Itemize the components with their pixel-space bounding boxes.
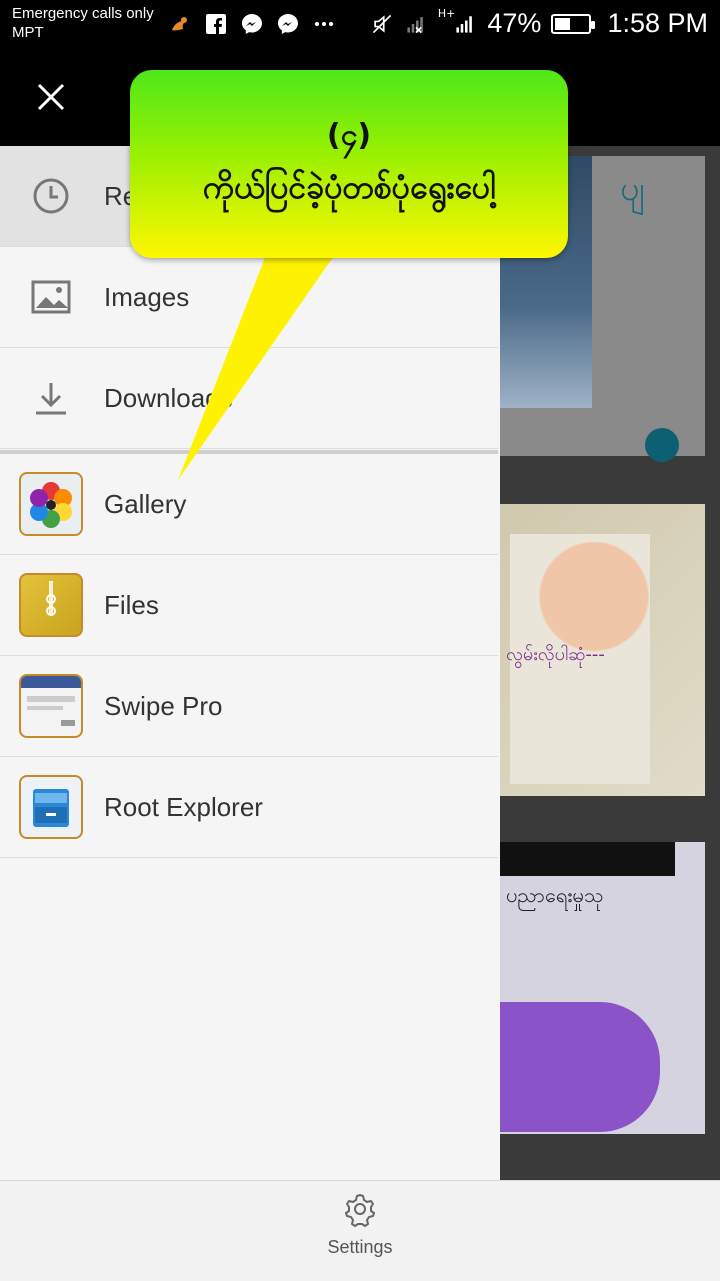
battery-fill <box>555 17 571 30</box>
drawer-item-label: Swipe Pro <box>104 690 223 721</box>
navigation-drawer: Re Images Downloads Gallery Files Swipe … <box>0 146 500 1180</box>
gallery-app-icon <box>18 471 84 537</box>
settings-label: Settings <box>327 1237 393 1257</box>
carrier-line-2: MPT <box>12 24 44 41</box>
download-icon <box>18 365 84 431</box>
background-content: ပျ လွမ်းလိုပါဆုံ--- ပညာရေးမှုသု <box>500 146 720 1180</box>
swipe-pro-app-icon <box>18 673 84 739</box>
background-card-header <box>500 842 675 876</box>
drawer-app-swipe-pro[interactable]: Swipe Pro <box>0 656 498 757</box>
drawer-app-root-explorer[interactable]: Root Explorer <box>0 757 498 858</box>
drawer-item-images[interactable]: Images <box>0 247 498 348</box>
background-card-text: လွမ်းလိုပါဆုံ--- <box>506 644 605 665</box>
drawer-app-files[interactable]: Files <box>0 555 498 656</box>
carrier-info: Emergency calls only MPT <box>12 4 154 42</box>
clock-time: 1:58 PM <box>607 8 708 38</box>
close-button[interactable] <box>24 74 78 120</box>
drawer-item-label: Downloads <box>104 382 233 413</box>
background-card-text: ပျ <box>620 169 645 209</box>
notification-icons <box>168 12 336 36</box>
callout-instruction: ကိုယ်ပြင်ခဲ့ပုံတစ်ပုံရွေးပေါ့ <box>202 167 496 206</box>
background-card: ပညာရေးမှုသု <box>500 842 705 1134</box>
facebook-icon <box>204 12 228 36</box>
more-icon <box>312 12 336 36</box>
background-card: လွမ်းလိုပါဆုံ--- <box>500 504 705 796</box>
battery-icon <box>551 13 596 34</box>
background-card-text: ပညာရေးမှုသု <box>506 883 604 907</box>
status-right: H+ 47% 1:58 PM <box>370 7 708 39</box>
drawer-item-downloads[interactable]: Downloads <box>0 348 498 449</box>
image-icon <box>18 264 84 330</box>
root-explorer-app-icon <box>18 774 84 840</box>
drawer-item-label: Images <box>104 281 190 312</box>
annotation-callout: (၄) ကိုယ်ပြင်ခဲ့ပုံတစ်ပုံရွေးပေါ့ <box>130 70 568 258</box>
drawer-app-gallery[interactable]: Gallery <box>0 454 498 555</box>
drawer-item-label: Root Explorer <box>104 791 263 822</box>
settings-button[interactable]: Settings <box>300 1191 420 1275</box>
drawer-item-label: Gallery <box>104 488 187 519</box>
signal-icon <box>453 12 477 36</box>
clock-icon <box>18 163 84 229</box>
close-icon <box>37 83 65 111</box>
uc-browser-icon <box>168 12 192 36</box>
messenger-icon <box>240 12 264 36</box>
battery-percent: 47% <box>487 8 542 38</box>
mute-icon <box>370 12 394 36</box>
gear-icon <box>345 1194 375 1227</box>
background-fab <box>645 428 679 462</box>
files-app-icon <box>18 572 84 638</box>
network-type: H+ <box>437 7 456 20</box>
messenger-icon <box>276 12 300 36</box>
callout-step-number: (၄) <box>326 117 372 153</box>
status-bar: Emergency calls only MPT H+ 47% 1:58 PM <box>0 0 720 48</box>
bottom-bar: Settings <box>0 1180 720 1281</box>
background-card-bubble <box>500 1002 660 1132</box>
carrier-line-1: Emergency calls only <box>12 5 154 22</box>
signal-off-icon <box>404 12 428 36</box>
drawer-item-label: Files <box>104 589 159 620</box>
